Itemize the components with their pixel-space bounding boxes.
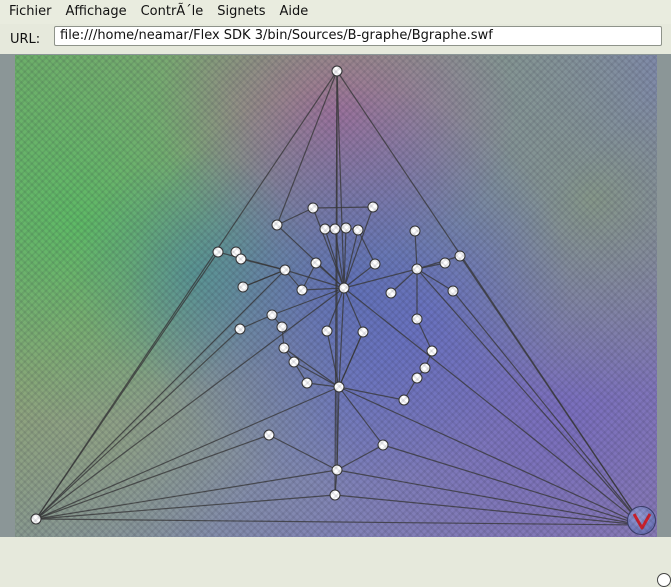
graph-edge xyxy=(357,229,376,265)
graph-edge xyxy=(35,494,336,520)
url-label: URL: xyxy=(10,31,41,47)
graph-edge xyxy=(459,255,643,526)
graph-node[interactable] xyxy=(310,257,322,269)
graph-node[interactable] xyxy=(279,264,291,276)
graph-canvas[interactable] xyxy=(15,55,657,537)
graph-node[interactable] xyxy=(212,246,224,258)
graph-edge xyxy=(35,269,286,520)
graph-node[interactable] xyxy=(454,250,466,262)
menu-signets[interactable]: Signets xyxy=(211,0,271,24)
graph-node[interactable] xyxy=(447,285,459,297)
graph-node[interactable] xyxy=(319,223,331,235)
graph-edge xyxy=(268,434,338,471)
graph-edge xyxy=(301,287,345,291)
graph-node[interactable] xyxy=(409,225,421,237)
graph-node[interactable] xyxy=(377,439,389,451)
graph-node[interactable] xyxy=(352,224,364,236)
graph-edge xyxy=(271,287,345,316)
graph-node[interactable] xyxy=(276,321,288,333)
graph-node[interactable] xyxy=(367,201,379,213)
graph-node[interactable] xyxy=(288,356,300,368)
graph-edge xyxy=(312,206,374,209)
graph-node[interactable] xyxy=(237,281,249,293)
graph-edge xyxy=(416,268,454,292)
graph-node[interactable] xyxy=(357,326,369,338)
graph-node[interactable] xyxy=(411,313,423,325)
corner-node-handle[interactable] xyxy=(657,573,671,587)
graph-edge xyxy=(343,206,374,289)
graph-node[interactable] xyxy=(419,362,431,374)
graph-node[interactable] xyxy=(340,222,352,234)
graph-node[interactable] xyxy=(439,257,451,269)
graph-edge xyxy=(336,444,384,471)
graph-edge xyxy=(416,268,643,526)
menu-fichier[interactable]: Fichier xyxy=(3,0,58,24)
graph-edge xyxy=(35,287,345,520)
graph-node[interactable] xyxy=(331,464,343,476)
graph-node[interactable] xyxy=(307,202,319,214)
flash-stage[interactable] xyxy=(15,55,657,537)
graph-node[interactable] xyxy=(301,377,313,389)
graph-node[interactable] xyxy=(333,381,345,393)
graph-node[interactable] xyxy=(234,323,246,335)
graph-node[interactable] xyxy=(278,342,290,354)
graph-node[interactable] xyxy=(411,263,423,275)
graph-node[interactable] xyxy=(235,253,247,265)
graph-edge xyxy=(312,207,345,289)
graph-node[interactable] xyxy=(411,372,423,384)
graph-node[interactable] xyxy=(263,429,275,441)
graph-node[interactable] xyxy=(296,284,308,296)
menu-affichage[interactable]: Affichage xyxy=(60,0,133,24)
graph-node[interactable] xyxy=(329,223,341,235)
graph-edge xyxy=(293,361,340,388)
menu-aide[interactable]: Aide xyxy=(274,0,315,24)
graph-edge xyxy=(276,70,338,226)
graph-node[interactable] xyxy=(385,287,397,299)
graph-node[interactable] xyxy=(426,345,438,357)
graph-node[interactable] xyxy=(398,394,410,406)
graph-node[interactable] xyxy=(369,258,381,270)
graph-edge xyxy=(338,386,643,526)
url-bar: URL: xyxy=(0,24,671,54)
graph-edge xyxy=(343,287,643,526)
menu-controle[interactable]: ContrÃ´le xyxy=(135,0,210,24)
graph-edge xyxy=(35,518,643,526)
graph-node[interactable] xyxy=(30,513,42,525)
graph-edge xyxy=(343,287,364,333)
graph-edge xyxy=(35,434,270,520)
flash-viewport xyxy=(0,54,671,587)
graph-node[interactable] xyxy=(321,325,333,337)
graph-node[interactable] xyxy=(266,309,278,321)
v-logo-icon[interactable] xyxy=(627,506,656,535)
graph-edge xyxy=(336,70,345,289)
graph-node[interactable] xyxy=(271,219,283,231)
graph-edge xyxy=(334,494,643,526)
graph-edge xyxy=(338,386,405,401)
menu-bar: Fichier Affichage ContrÃ´le Signets Aide xyxy=(0,0,671,24)
graph-edge xyxy=(414,230,418,270)
graph-node[interactable] xyxy=(331,65,343,77)
graph-edge xyxy=(452,290,643,526)
url-input[interactable] xyxy=(54,26,662,46)
graph-node[interactable] xyxy=(338,282,350,294)
graph-edge xyxy=(338,331,364,388)
graph-edge xyxy=(217,251,286,271)
graph-node[interactable] xyxy=(329,489,341,501)
graph-edge xyxy=(242,269,286,288)
graph-edge xyxy=(338,386,384,446)
graph-edge xyxy=(338,287,345,388)
